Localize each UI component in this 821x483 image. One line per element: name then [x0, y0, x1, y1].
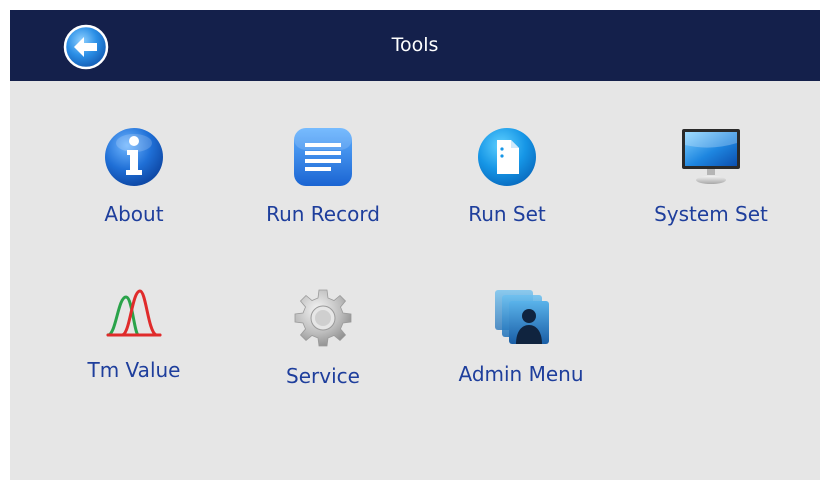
menu-item-about[interactable]: About	[49, 122, 219, 242]
header-bar: Tools	[10, 10, 820, 81]
menu-item-label: Tm Value	[87, 358, 181, 382]
menu-item-admin-menu[interactable]: Admin Menu	[436, 278, 606, 398]
tools-screen: Tools About Run Record Run Set System Se…	[10, 10, 820, 480]
admin-users-icon	[495, 290, 549, 344]
menu-item-label: About	[104, 202, 164, 226]
page-title: Tools	[391, 34, 439, 56]
back-arrow-icon	[63, 24, 109, 70]
back-button[interactable]	[63, 24, 109, 70]
info-icon	[105, 128, 163, 186]
file-settings-icon	[478, 128, 536, 186]
menu-item-service[interactable]: Service	[238, 278, 408, 398]
menu-item-label: Admin Menu	[458, 362, 584, 386]
menu-item-label: System Set	[654, 202, 768, 226]
menu-item-run-record[interactable]: Run Record	[238, 122, 408, 242]
monitor-icon	[682, 129, 740, 184]
melting-curve-icon	[106, 289, 162, 337]
menu-item-label: Run Record	[266, 202, 380, 226]
menu-item-tm-value[interactable]: Tm Value	[49, 278, 219, 398]
menu-item-system-set[interactable]: System Set	[626, 122, 796, 242]
menu-item-run-set[interactable]: Run Set	[422, 122, 592, 242]
gear-icon	[294, 289, 352, 347]
document-list-icon	[294, 128, 352, 186]
menu-item-label: Run Set	[468, 202, 546, 226]
menu-item-label: Service	[286, 364, 360, 388]
